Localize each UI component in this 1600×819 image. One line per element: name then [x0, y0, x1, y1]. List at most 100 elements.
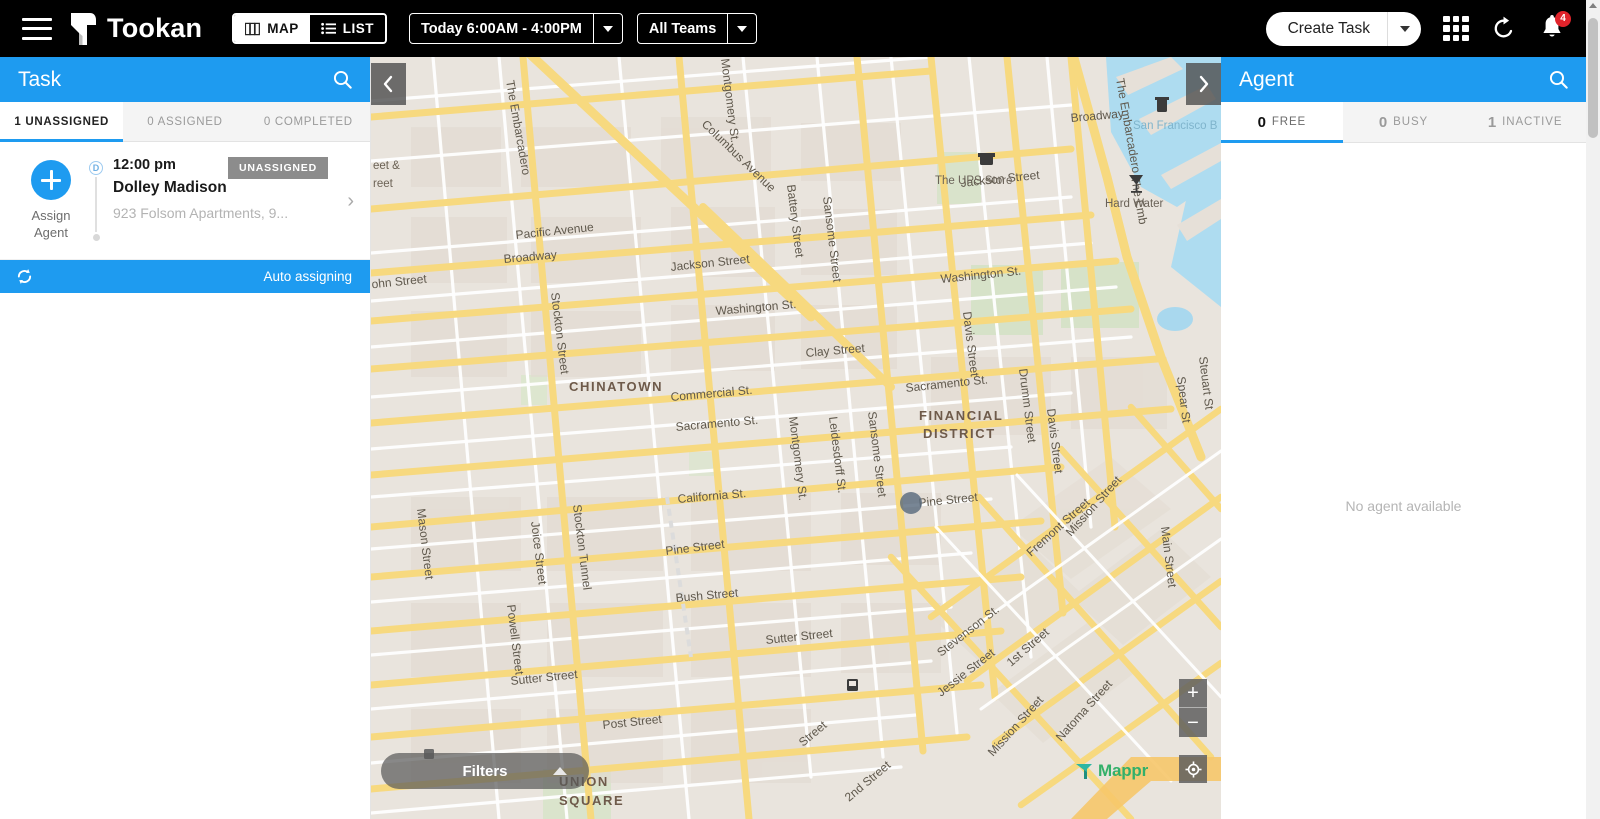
svg-text:SQUARE: SQUARE	[559, 793, 624, 808]
list-icon	[320, 22, 336, 35]
create-task-group: Create Task	[1265, 11, 1421, 46]
chevron-up-icon	[553, 767, 567, 775]
svg-text:eet &: eet &	[373, 160, 400, 172]
map-tiles: .rd { stroke:#f7d97f; stroke-linecap:rou…	[371, 57, 1221, 819]
timeline-end-dot	[92, 234, 100, 241]
task-row[interactable]: Assign Agent D 12:00 pm Dolley Madison 9…	[0, 142, 370, 260]
timeline-line	[95, 177, 97, 232]
tab-agent-free[interactable]: 0 FREE	[1221, 102, 1343, 143]
create-task-dropdown-button[interactable]	[1387, 11, 1421, 46]
brand-logo-link[interactable]: Tookan	[68, 12, 202, 46]
agent-panel: Agent 0 FREE 0 BUSY 1 INACTIVE No agent …	[1221, 57, 1587, 819]
svg-text:San Francisco B: San Francisco B	[1133, 120, 1218, 132]
map-canvas[interactable]: .rd { stroke:#f7d97f; stroke-linecap:rou…	[371, 57, 1221, 819]
map-zoom-controls: + −	[1179, 679, 1207, 737]
date-range-selector[interactable]: Today 6:00AM - 4:00PM	[408, 13, 623, 44]
task-timeline: D	[88, 156, 104, 241]
map-locate-button[interactable]	[1179, 755, 1207, 783]
tab-unassigned[interactable]: 1 UNASSIGNED	[0, 102, 124, 142]
agent-panel-title: Agent	[1239, 67, 1294, 91]
agent-busy-count: 0	[1378, 113, 1389, 131]
search-icon[interactable]	[333, 70, 352, 89]
teams-selector[interactable]: All Teams	[636, 13, 758, 44]
assign-agent-circle[interactable]	[31, 160, 71, 200]
tab-map-view[interactable]: MAP	[234, 15, 310, 42]
chevron-right-icon	[1199, 75, 1209, 93]
agent-empty-state: No agent available	[1345, 498, 1462, 514]
task-panel-title: Task	[18, 67, 62, 91]
filters-label: Filters	[462, 762, 508, 780]
assign-label-line2: Agent	[34, 225, 68, 240]
assign-agent-label: Assign Agent	[31, 207, 70, 241]
map-filters-button[interactable]: Filters	[381, 753, 589, 789]
tookan-bird-icon	[71, 12, 96, 45]
svg-text:reet: reet	[373, 178, 394, 190]
svg-text:DISTRICT: DISTRICT	[923, 426, 996, 441]
mappr-label: Mappr	[1097, 761, 1148, 780]
scroll-up-arrow-icon[interactable]	[1589, 3, 1597, 8]
plus-icon	[41, 170, 61, 190]
apps-grid-icon[interactable]	[1443, 15, 1469, 42]
hamburger-menu-icon[interactable]	[22, 17, 52, 40]
tab-list-view[interactable]: LIST	[309, 15, 385, 42]
map-icon	[245, 22, 261, 35]
map-collapse-right-button[interactable]	[1186, 63, 1221, 105]
poi-transit-stop	[847, 679, 858, 691]
task-panel-header: Task	[0, 57, 370, 102]
task-tabs: 1 UNASSIGNED 0 ASSIGNED 0 COMPLETED	[0, 102, 370, 142]
agent-panel-header: Agent	[1221, 57, 1586, 102]
task-customer-name: Dolley Madison	[113, 179, 227, 196]
map-collapse-left-button[interactable]	[371, 63, 406, 105]
teams-value[interactable]: All Teams	[638, 14, 727, 43]
map-zoom-in-button[interactable]: +	[1179, 679, 1207, 708]
notifications-button[interactable]: 4	[1540, 10, 1571, 43]
neighborhood-chinatown: CHINATOWN	[569, 379, 663, 394]
tab-assigned[interactable]: 0 ASSIGNED	[123, 102, 247, 141]
create-task-button[interactable]: Create Task	[1266, 12, 1387, 46]
scrollbar-thumb[interactable]	[1588, 18, 1598, 138]
svg-text:The UPS Store: The UPS Store	[935, 175, 1012, 187]
assign-label-line1: Assign	[31, 208, 71, 223]
page-scrollbar[interactable]	[1586, 0, 1600, 819]
chevron-down-icon	[602, 25, 613, 32]
tab-agent-busy[interactable]: 0 BUSY	[1342, 102, 1465, 142]
view-toggle-group: MAP LIST	[232, 13, 387, 44]
locate-icon	[1184, 760, 1202, 778]
sync-icon	[17, 269, 32, 284]
date-range-value[interactable]: Today 6:00AM - 4:00PM	[410, 14, 593, 43]
tab-completed[interactable]: 0 COMPLETED	[246, 102, 370, 141]
task-status-badge: UNASSIGNED	[227, 157, 328, 179]
agent-tabs: 0 FREE 0 BUSY 1 INACTIVE	[1221, 102, 1587, 143]
search-icon[interactable]	[1549, 70, 1568, 89]
map-zoom-out-button[interactable]: −	[1179, 708, 1207, 737]
neighborhood-financial-district: FINANCIAL	[919, 408, 1003, 423]
agent-free-label: FREE	[1271, 116, 1307, 128]
task-panel: Task 1 UNASSIGNED 0 ASSIGNED 0 COMPLETED…	[0, 57, 371, 819]
teams-dropdown-button[interactable]	[727, 14, 756, 43]
chevron-left-icon	[383, 75, 393, 93]
svg-text:Hard Water: Hard Water	[1105, 198, 1164, 210]
tab-agent-inactive[interactable]: 1 INACTIVE	[1464, 102, 1587, 142]
date-range-dropdown-button[interactable]	[592, 14, 622, 43]
chevron-down-icon	[1399, 25, 1410, 32]
chevron-down-icon	[737, 25, 748, 32]
brand-name: Tookan	[107, 13, 203, 43]
agent-busy-label: BUSY	[1393, 116, 1429, 128]
mappr-bird-icon	[1075, 764, 1092, 779]
task-expand-chevron-icon[interactable]: ›	[347, 191, 354, 211]
refresh-icon[interactable]	[1491, 16, 1516, 41]
task-type-badge: D	[89, 161, 103, 175]
task-address: 923 Folsom Apartments, 9...	[113, 205, 289, 221]
agent-free-count: 0	[1257, 113, 1267, 131]
agent-inactive-count: 1	[1487, 113, 1498, 131]
auto-assign-label: Auto assigning	[263, 269, 352, 284]
notification-badge: 4	[1555, 10, 1571, 27]
auto-assign-bar[interactable]: Auto assigning	[0, 260, 370, 293]
tab-map-label: MAP	[267, 21, 299, 36]
assign-agent-button[interactable]: Assign Agent	[14, 156, 88, 241]
task-map-marker	[900, 492, 922, 514]
tab-list-label: LIST	[342, 21, 374, 36]
map-attribution-watermark: Mappr	[1074, 761, 1148, 781]
agent-inactive-label: INACTIVE	[1502, 116, 1563, 128]
top-navigation-bar: Tookan MAP LIST Today 6:00AM - 4:00PM Al…	[0, 0, 1600, 57]
